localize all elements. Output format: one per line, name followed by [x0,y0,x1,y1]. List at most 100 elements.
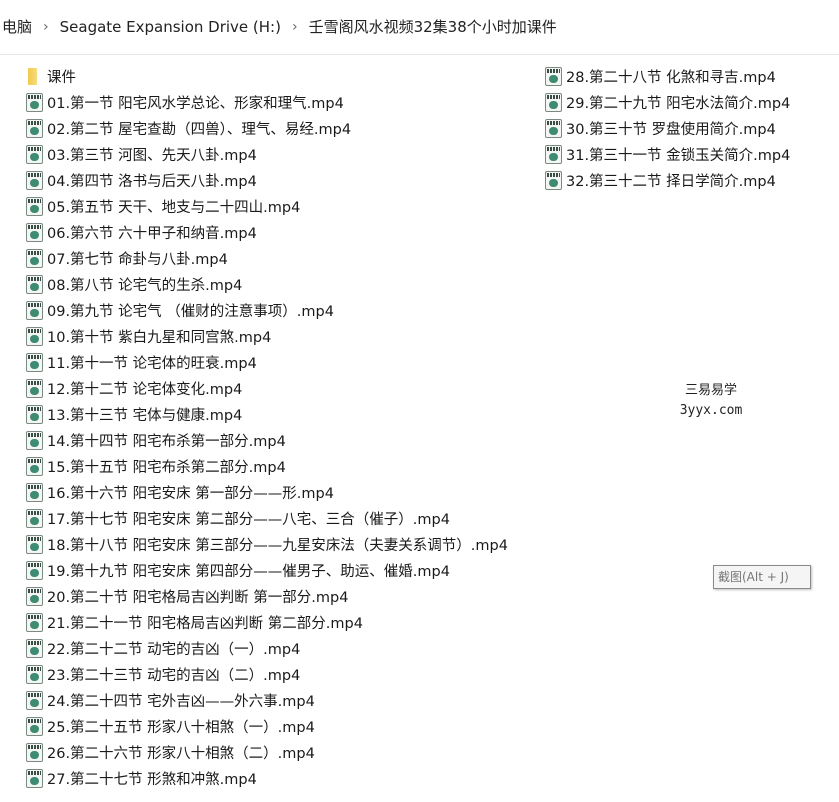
file-name: 22.第二十二节 动宅的吉凶（一）.mp4 [47,641,301,658]
file-item[interactable]: 02.第二节 屋宅查勘（四兽）、理气、易经.mp4 [26,116,351,140]
video-file-icon [26,300,43,320]
file-name: 16.第十六节 阳宅安床 第一部分——形.mp4 [47,485,334,502]
file-item[interactable]: 06.第六节 六十甲子和纳音.mp4 [26,220,257,244]
file-name: 24.第二十四节 宅外吉凶——外六事.mp4 [47,693,315,710]
file-item[interactable]: 30.第三十节 罗盘使用简介.mp4 [545,116,776,140]
file-name: 17.第十七节 阳宅安床 第二部分——八宅、三合（催子）.mp4 [47,511,450,528]
file-name: 04.第四节 洛书与后天八卦.mp4 [47,173,257,190]
file-item[interactable]: 23.第二十三节 动宅的吉凶（二）.mp4 [26,662,300,686]
file-name: 20.第二十节 阳宅格局吉凶判断 第一部分.mp4 [47,589,349,606]
file-item[interactable]: 31.第三十一节 金锁玉关简介.mp4 [545,142,790,166]
video-file-icon [26,170,43,190]
screenshot-tooltip: 截图(Alt + J) [713,565,811,589]
file-item[interactable]: 22.第二十二节 动宅的吉凶（一）.mp4 [26,636,300,660]
video-file-icon [26,690,43,710]
video-file-icon [545,66,562,86]
file-name: 26.第二十六节 形家八十相煞（二）.mp4 [47,745,315,762]
video-file-icon [26,534,43,554]
file-item[interactable]: 32.第三十二节 择日学简介.mp4 [545,168,776,192]
file-item[interactable]: 11.第十一节 论宅体的旺衰.mp4 [26,350,257,374]
file-name: 03.第三节 河图、先天八卦.mp4 [47,147,257,164]
file-name: 29.第二十九节 阳宅水法简介.mp4 [566,95,791,112]
file-item[interactable]: 16.第十六节 阳宅安床 第一部分——形.mp4 [26,480,334,504]
video-file-icon [545,92,562,112]
video-file-icon [26,404,43,424]
file-name: 25.第二十五节 形家八十相煞（一）.mp4 [47,719,315,736]
file-item[interactable]: 01.第一节 阳宅风水学总论、形家和理气.mp4 [26,90,344,114]
file-item[interactable]: 13.第十三节 宅体与健康.mp4 [26,402,242,426]
video-file-icon [26,742,43,762]
video-file-icon [545,118,562,138]
file-item[interactable]: 14.第十四节 阳宅布杀第一部分.mp4 [26,428,286,452]
file-item[interactable]: 08.第八节 论宅气的生杀.mp4 [26,272,242,296]
file-item[interactable]: 20.第二十节 阳宅格局吉凶判断 第一部分.mp4 [26,584,348,608]
file-name: 11.第十一节 论宅体的旺衰.mp4 [47,355,257,372]
file-name: 05.第五节 天干、地支与二十四山.mp4 [47,199,301,216]
file-item[interactable]: 12.第十二节 论宅体变化.mp4 [26,376,242,400]
file-name: 02.第二节 屋宅查勘（四兽）、理气、易经.mp4 [47,121,352,138]
video-file-icon [26,222,43,242]
file-name: 23.第二十三节 动宅的吉凶（二）.mp4 [47,667,301,684]
video-file-icon [26,508,43,528]
video-file-icon [26,456,43,476]
file-name: 14.第十四节 阳宅布杀第一部分.mp4 [47,433,286,450]
file-name: 12.第十二节 论宅体变化.mp4 [47,381,243,398]
file-name: 18.第十八节 阳宅安床 第三部分——九星安床法（夫妻关系调节）.mp4 [47,537,508,554]
file-name: 30.第三十节 罗盘使用简介.mp4 [566,121,776,138]
file-item[interactable]: 26.第二十六节 形家八十相煞（二）.mp4 [26,740,315,764]
file-item[interactable]: 19.第十九节 阳宅安床 第四部分——催男子、助运、催婚.mp4 [26,558,450,582]
file-item[interactable]: 24.第二十四节 宅外吉凶——外六事.mp4 [26,688,315,712]
file-name: 08.第八节 论宅气的生杀.mp4 [47,277,243,294]
video-file-icon [26,638,43,658]
file-name: 32.第三十二节 择日学简介.mp4 [566,173,776,190]
file-name: 13.第十三节 宅体与健康.mp4 [47,407,243,424]
file-name: 31.第三十一节 金锁玉关简介.mp4 [566,147,791,164]
video-file-icon [26,196,43,216]
file-item[interactable]: 04.第四节 洛书与后天八卦.mp4 [26,168,257,192]
file-item[interactable]: 09.第九节 论宅气 （催财的注意事项）.mp4 [26,298,334,322]
video-file-icon [26,248,43,268]
file-name: 19.第十九节 阳宅安床 第四部分——催男子、助运、催婚.mp4 [47,563,450,580]
video-file-icon [26,560,43,580]
file-item[interactable]: 29.第二十九节 阳宅水法简介.mp4 [545,90,790,114]
file-item[interactable]: 03.第三节 河图、先天八卦.mp4 [26,142,257,166]
file-name: 10.第十节 紫白九星和同宫煞.mp4 [47,329,272,346]
file-item[interactable]: 21.第二十一节 阳宅格局吉凶判断 第二部分.mp4 [26,610,363,634]
file-item[interactable]: 28.第二十八节 化煞和寻吉.mp4 [545,64,776,88]
file-item[interactable]: 05.第五节 天干、地支与二十四山.mp4 [26,194,300,218]
file-item[interactable]: 25.第二十五节 形家八十相煞（一）.mp4 [26,714,315,738]
video-file-icon [26,326,43,346]
video-file-icon [26,716,43,736]
file-name: 27.第二十七节 形煞和冲煞.mp4 [47,771,257,788]
folder-icon [26,67,43,86]
video-file-icon [545,170,562,190]
video-file-icon [545,144,562,164]
file-item[interactable]: 17.第十七节 阳宅安床 第二部分——八宅、三合（催子）.mp4 [26,506,450,530]
video-file-icon [26,144,43,164]
video-file-icon [26,92,43,112]
video-file-icon [26,768,43,788]
watermark-url: 3yyx.com [679,403,743,418]
file-name: 21.第二十一节 阳宅格局吉凶判断 第二部分.mp4 [47,615,363,632]
file-name: 06.第六节 六十甲子和纳音.mp4 [47,225,257,242]
file-name: 15.第十五节 阳宅布杀第二部分.mp4 [47,459,286,476]
folder-item[interactable]: 课件 [26,64,76,88]
file-item[interactable]: 27.第二十七节 形煞和冲煞.mp4 [26,766,257,790]
file-item[interactable]: 15.第十五节 阳宅布杀第二部分.mp4 [26,454,286,478]
video-file-icon [26,612,43,632]
video-file-icon [26,378,43,398]
file-name: 09.第九节 论宅气 （催财的注意事项）.mp4 [47,303,334,320]
file-name: 28.第二十八节 化煞和寻吉.mp4 [566,69,776,86]
video-file-icon [26,482,43,502]
file-name: 课件 [47,69,76,86]
file-item[interactable]: 07.第七节 命卦与八卦.mp4 [26,246,228,270]
video-file-icon [26,118,43,138]
watermark-text: 三易易学 [684,383,737,398]
video-file-icon [26,274,43,294]
file-item[interactable]: 18.第十八节 阳宅安床 第三部分——九星安床法（夫妻关系调节）.mp4 [26,532,508,556]
file-item[interactable]: 10.第十节 紫白九星和同宫煞.mp4 [26,324,271,348]
file-name: 01.第一节 阳宅风水学总论、形家和理气.mp4 [47,95,344,112]
file-name: 07.第七节 命卦与八卦.mp4 [47,251,228,268]
video-file-icon [26,586,43,606]
video-file-icon [26,352,43,372]
